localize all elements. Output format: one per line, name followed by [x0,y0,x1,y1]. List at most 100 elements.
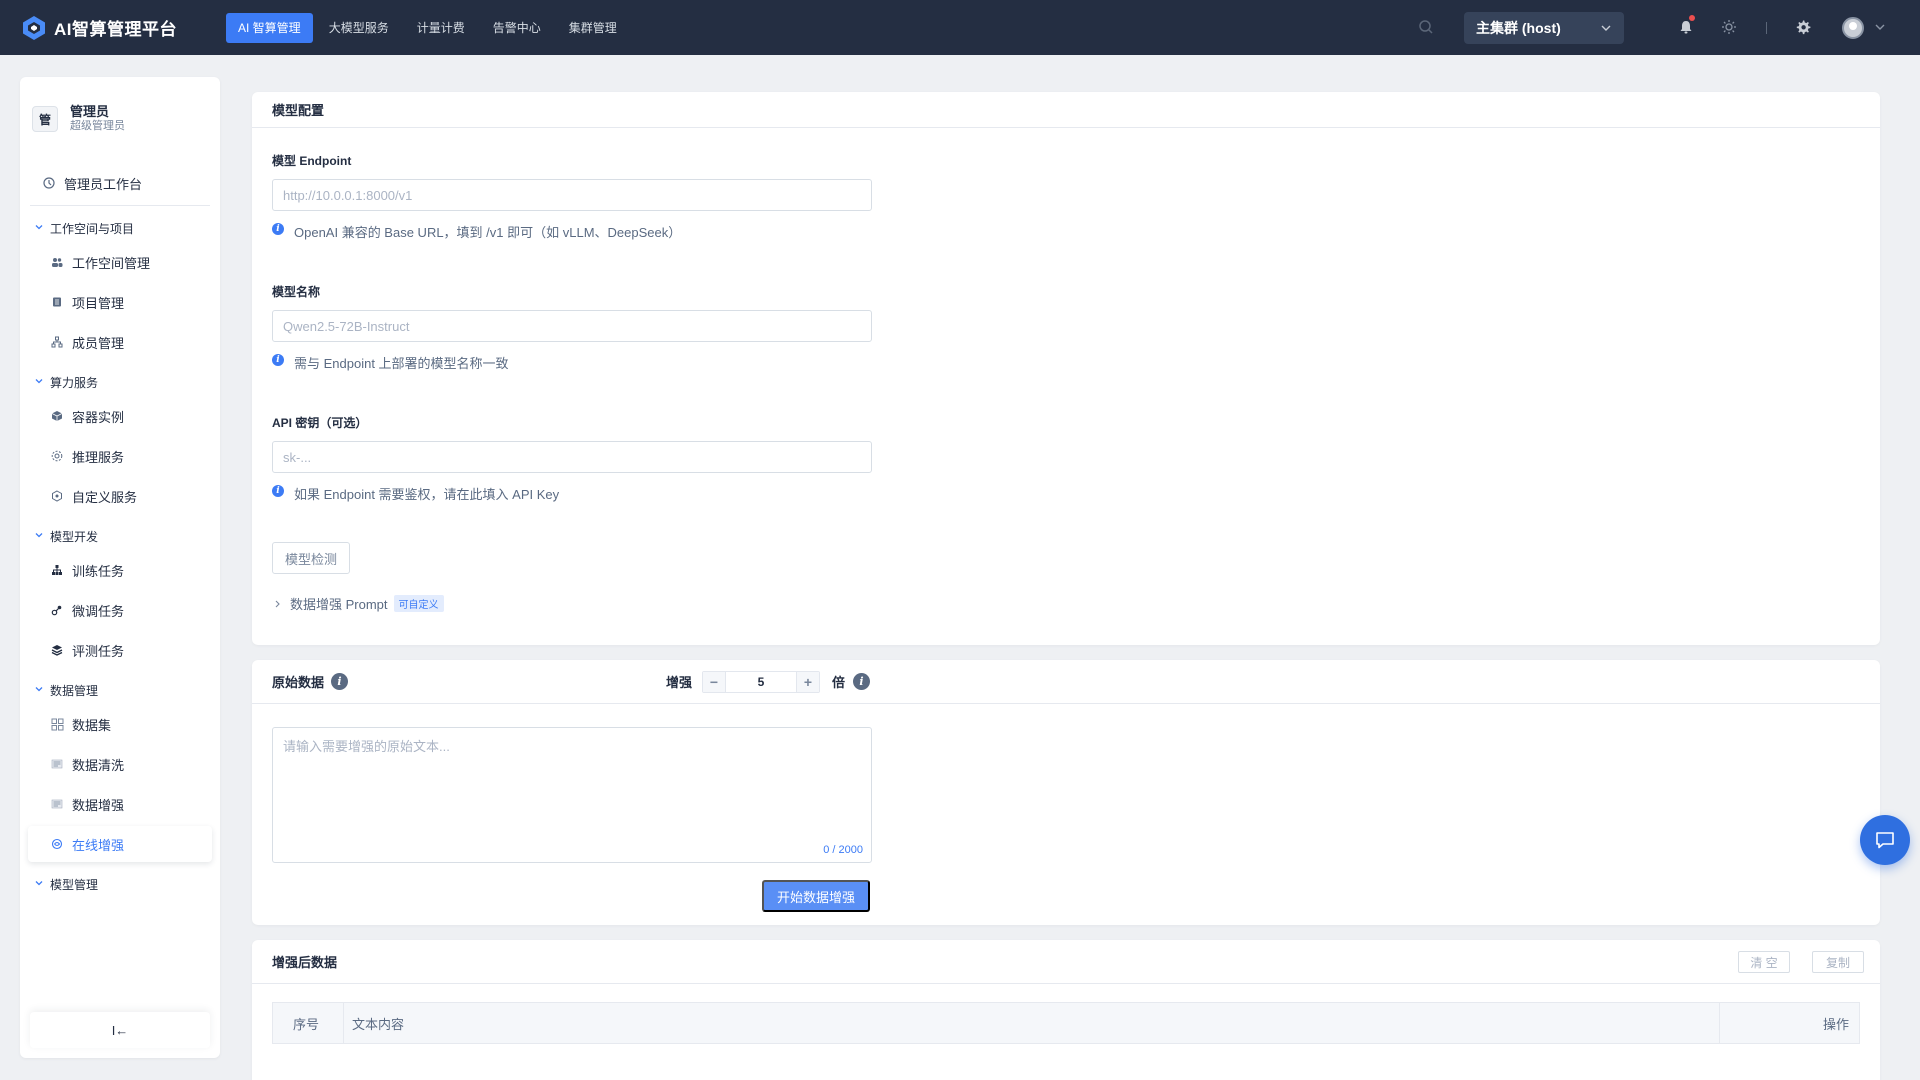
nav-item-ai-management[interactable]: AI 智算管理 [226,12,313,43]
prompt-expander[interactable]: 数据增强 Prompt 可自定义 [272,594,444,613]
sidebar-item-label: 容器实例 [72,409,125,425]
sidebar-group-label: 算力服务 [50,375,99,390]
user-info: 管理员 超级管理员 [70,104,125,134]
sidebar-item-training-jobs[interactable]: 训练任务 [28,552,212,588]
nav-item-billing[interactable]: 计量计费 [405,13,477,43]
cluster-label: 主集群 (host) [1476,20,1561,36]
user-name: 管理员 [70,104,110,119]
api-key-label: API 密钥（可选） [272,416,368,430]
list-icon [50,757,64,771]
prompt-label: 数据增强 Prompt [290,597,388,612]
info-icon[interactable]: i [853,673,870,690]
divider [30,205,210,206]
user-icon: 管 [32,106,58,132]
theme-icon[interactable] [1719,17,1739,37]
avatar[interactable] [1842,17,1864,39]
model-detect-button[interactable]: 模型检测 [272,542,351,574]
sidebar-item-inference-service[interactable]: 推理服务 [28,438,212,474]
sidebar-group-model-dev[interactable]: 模型开发 [20,526,220,546]
sidebar-item-workbench[interactable]: 管理员工作台 [28,165,212,201]
nav-item-llm-service[interactable]: 大模型服务 [317,13,401,43]
finetune-icon [50,603,64,617]
list-icon [50,797,64,811]
divider [1766,22,1767,34]
search-icon[interactable] [1418,19,1434,38]
hint-text: OpenAI 兼容的 Base URL，填到 /v1 即可（如 vLLM、Dee… [294,225,682,240]
sidebar-item-project-management[interactable]: 项目管理 [28,284,212,320]
sidebar-group-workspace[interactable]: 工作空间与项目 [20,218,220,238]
raw-text-input[interactable]: 请输入需要增强的原始文本... 0 / 2000 [272,727,872,863]
augmented-table: 序号 文本内容 操作 [272,1002,1860,1044]
multiplier-value[interactable]: 5 [725,672,797,692]
sidebar-group-label: 工作空间与项目 [50,221,135,236]
copy-button[interactable]: 复制 [1812,951,1864,973]
sidebar-item-custom-service[interactable]: 自定义服务 [28,478,212,514]
decrement-button[interactable]: − [703,672,725,692]
customizable-tag: 可自定义 [393,595,444,612]
augmented-data-card: 增强后数据 清 空 复制 序号 文本内容 操作 [252,940,1880,1080]
raw-data-header: 原始数据 i 增强 − 5 + 倍 i [252,660,1880,704]
chat-button[interactable] [1860,815,1910,865]
tree-icon [50,563,64,577]
logo[interactable]: AI智算管理平台 [20,14,204,42]
chat-icon [1876,832,1894,849]
sidebar-item-label: 微调任务 [72,603,125,619]
user-box: 管 管理员 超级管理员 [20,77,220,145]
chevron-down-icon[interactable] [1870,17,1890,37]
sidebar: 管 管理员 超级管理员 管理员工作台 工作空间与项目 工作空间管理 项目管理 成… [20,77,220,1058]
hint-text: 需与 Endpoint 上部署的模型名称一致 [294,356,509,371]
endpoint-input[interactable] [272,179,872,211]
sidebar-item-data-augmentation[interactable]: 数据增强 [28,786,212,822]
chevron-down-icon [34,684,44,697]
cluster-select[interactable]: 主集群 (host) [1464,12,1624,44]
clear-button[interactable]: 清 空 [1738,951,1790,973]
sidebar-item-data-cleaning[interactable]: 数据清洗 [28,746,212,782]
collapse-sidebar-button[interactable]: I← [30,1012,210,1048]
sidebar-group-compute[interactable]: 算力服务 [20,372,220,392]
user-role: 超级管理员 [70,120,125,132]
chevron-down-icon [34,530,44,543]
sidebar-group-model-management[interactable]: 模型管理 [20,874,220,894]
sidebar-item-datasets[interactable]: 数据集 [28,706,212,742]
sidebar-item-finetune-jobs[interactable]: 微调任务 [28,592,212,628]
top-bar: AI智算管理平台 AI 智算管理 大模型服务 计量计费 告警中心 集群管理 主集… [0,0,1920,55]
chevron-down-icon [34,376,44,389]
sidebar-item-container-instances[interactable]: 容器实例 [28,398,212,434]
card-title: 原始数据 [272,675,325,690]
info-icon[interactable]: i [331,673,349,690]
main-content: 模型配置 模型 Endpoint i OpenAI 兼容的 Base URL，填… [230,77,1920,1080]
sidebar-item-evaluation-jobs[interactable]: 评测任务 [28,632,212,668]
custom-service-icon [50,489,64,503]
sidebar-item-online-augmentation[interactable]: 在线增强 [28,826,212,862]
chevron-right-icon [275,600,280,607]
chevron-down-icon [34,878,44,891]
model-name-hint: i 需与 Endpoint 上部署的模型名称一致 [272,353,509,372]
info-icon: i [272,353,284,366]
nav-item-clusters[interactable]: 集群管理 [557,13,629,43]
multiplier-unit: 倍 [832,675,846,690]
api-key-input[interactable] [272,441,872,473]
sidebar-item-label: 在线增强 [72,837,125,853]
top-nav: AI 智算管理 大模型服务 计量计费 告警中心 集群管理 [226,0,633,55]
chevron-down-icon [1601,25,1611,31]
api-key-hint: i 如果 Endpoint 需要鉴权，请在此填入 API Key [272,484,559,503]
multiplier-stepper: − 5 + [702,671,820,693]
table-header: 序号 文本内容 操作 [273,1003,1859,1043]
users-icon [50,255,64,269]
bell-icon[interactable] [1676,15,1696,37]
increment-button[interactable]: + [797,672,819,692]
start-augment-button[interactable]: 开始数据增强 [762,880,871,912]
sidebar-item-workspace-management[interactable]: 工作空间管理 [28,244,212,280]
project-icon [50,295,64,309]
augment-label: 增强 [666,675,693,690]
sidebar-item-label: 项目管理 [72,295,125,311]
nav-item-alerts[interactable]: 告警中心 [481,13,553,43]
sidebar-item-label: 数据集 [72,717,112,733]
settings-icon[interactable] [1793,17,1813,37]
cube-icon [50,409,64,423]
sidebar-group-data-management[interactable]: 数据管理 [20,680,220,700]
sidebar-item-label: 管理员工作台 [64,176,143,192]
model-name-input[interactable] [272,310,872,342]
info-icon: i [272,484,284,497]
sidebar-item-member-management[interactable]: 成员管理 [28,324,212,360]
